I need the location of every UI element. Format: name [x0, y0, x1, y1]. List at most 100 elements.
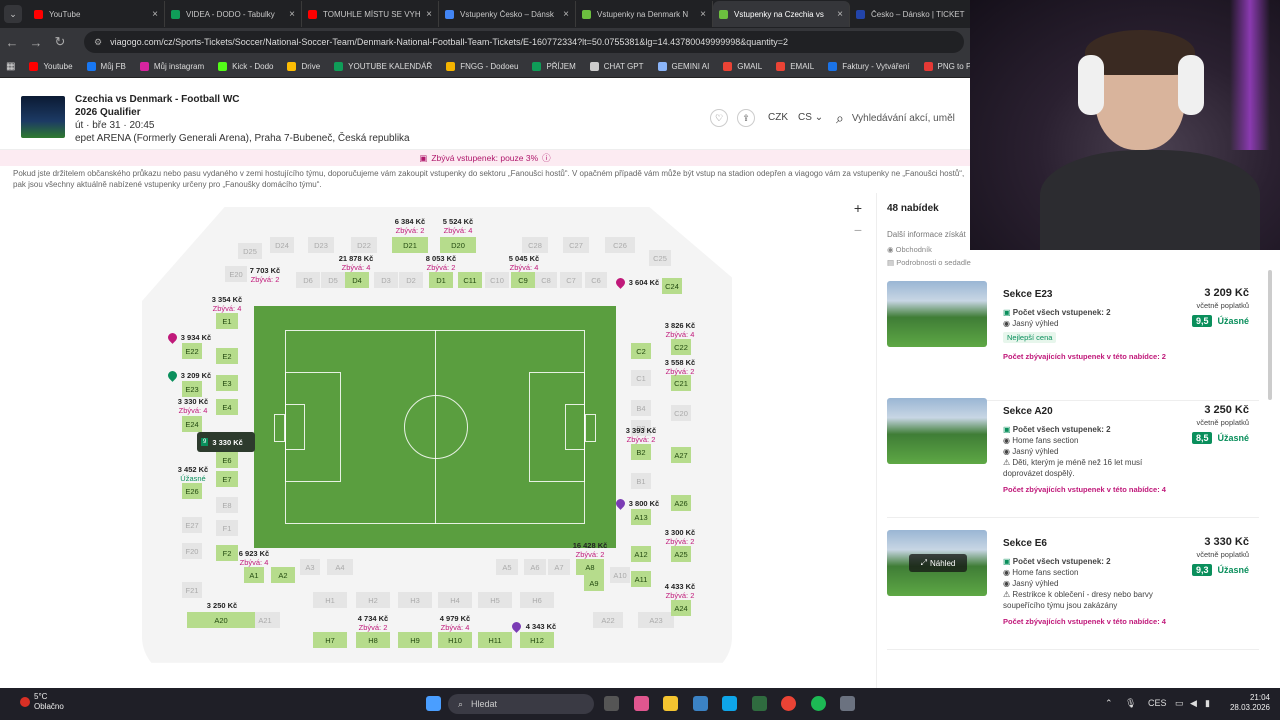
windows-start-icon[interactable] — [426, 696, 441, 711]
tab-search-button[interactable]: ⌄ — [4, 5, 22, 23]
map-section[interactable]: E24 — [182, 416, 202, 432]
map-section[interactable]: A9 — [584, 575, 604, 591]
language-selector[interactable]: CS ⌄ — [798, 112, 823, 123]
price-label[interactable]: 8 053 Kč Zbývá: 2 — [419, 254, 463, 272]
browser-tab[interactable]: Česko – Dánsko | TICKET× — [850, 1, 987, 27]
preview-button[interactable]: ⤢ Náhled — [909, 554, 967, 572]
map-section[interactable]: A24 — [671, 600, 691, 616]
map-section[interactable]: A1 — [244, 567, 264, 583]
offer-card[interactable]: ⤢ Náhled Sekce E6 ▣ Počet všech vstupenek: … — [887, 530, 1259, 650]
map-section[interactable]: C25 — [649, 250, 671, 266]
browser-tab[interactable]: Vstupenky Česko – Dánsk × — [439, 1, 576, 27]
spotify-icon[interactable] — [811, 696, 826, 711]
price-label[interactable]: 4 343 Kč — [519, 622, 563, 631]
price-label[interactable]: 3 300 Kč Zbývá: 2 — [658, 528, 702, 546]
map-section[interactable]: B2 — [631, 444, 651, 460]
map-section[interactable]: A5 — [496, 559, 518, 575]
edge-icon[interactable] — [722, 696, 737, 711]
info-icon[interactable]: ⓘ — [542, 152, 551, 164]
microphone-icon[interactable]: 🎙 — [1125, 698, 1136, 709]
price-label[interactable]: 6 384 Kč Zbývá: 2 — [388, 217, 432, 235]
price-label[interactable]: 3 209 Kč — [174, 371, 218, 380]
map-section[interactable]: D20 — [440, 237, 476, 253]
map-section[interactable]: A3 — [300, 559, 320, 575]
clock[interactable]: 21:04 28.03.2026 — [1230, 693, 1270, 713]
bookmark-item[interactable]: Faktury - Vytváření — [828, 62, 910, 71]
copilot-icon[interactable] — [634, 696, 649, 711]
map-section[interactable]: H9 — [398, 632, 432, 648]
map-section[interactable]: A12 — [631, 546, 651, 562]
bookmark-item[interactable]: Youtube — [29, 62, 73, 71]
browser-tab[interactable]: YouTube × — [28, 1, 165, 27]
map-section[interactable]: C27 — [563, 237, 589, 253]
map-section[interactable]: C26 — [605, 237, 635, 253]
event-search[interactable]: ⌕ Vyhledávání akcí, uměl — [836, 106, 976, 130]
map-section[interactable]: C22 — [671, 339, 691, 355]
browser-tab[interactable]: VIDEA - DODO - Tabulky × — [165, 1, 302, 27]
price-label[interactable]: 3 934 Kč — [174, 333, 218, 342]
map-section[interactable]: D25 — [238, 243, 262, 259]
map-section[interactable]: A13 — [631, 509, 651, 525]
map-section[interactable]: D22 — [351, 237, 377, 253]
map-section[interactable]: A11 — [631, 571, 651, 587]
tray-chevron-icon[interactable]: ⌃ — [1105, 698, 1113, 709]
chrome-icon[interactable] — [781, 696, 796, 711]
map-section[interactable]: A25 — [671, 546, 691, 562]
price-label[interactable]: 4 433 Kč Zbývá: 2 — [658, 582, 702, 600]
price-label[interactable]: 4 979 Kč Zbývá: 4 — [433, 614, 477, 632]
map-section[interactable]: E4 — [216, 399, 238, 415]
map-section[interactable]: D23 — [308, 237, 334, 253]
bookmark-item[interactable]: CHAT GPT — [589, 62, 644, 71]
bookmark-item[interactable]: PŘÍJEM — [532, 62, 576, 71]
map-section[interactable]: A23 — [638, 612, 674, 628]
map-section[interactable]: C1 — [631, 370, 651, 386]
close-icon[interactable]: × — [837, 9, 843, 20]
close-icon[interactable]: × — [152, 9, 158, 20]
map-section[interactable]: A4 — [327, 559, 353, 575]
price-label[interactable]: 3 604 Kč — [622, 278, 666, 287]
section-view-image[interactable] — [887, 398, 987, 464]
url-field[interactable]: ⚙ viagogo.com/cz/Sports-Tickets/Soccer/Na… — [84, 31, 964, 53]
price-label[interactable]: 3 393 Kč Zbývá: 2 — [619, 426, 663, 444]
share-icon[interactable]: ⇪ — [737, 109, 755, 127]
map-section[interactable]: H3 — [398, 592, 432, 608]
browser-tab[interactable]: Vstupenky na Czechia vs × — [713, 1, 850, 27]
zoom-in-button[interactable]: + — [848, 198, 868, 218]
offer-card[interactable]: Sekce A20 ▣ Počet všech vstupenek: 2 ◉ Hom… — [887, 398, 1259, 518]
map-section[interactable]: C7 — [560, 272, 582, 288]
map-section[interactable]: H8 — [356, 632, 390, 648]
calculator-icon[interactable] — [840, 696, 855, 711]
price-label[interactable]: 7 703 Kč Zbývá: 2 — [243, 266, 287, 284]
map-section[interactable]: H7 — [313, 632, 347, 648]
price-label[interactable]: 3 354 Kč Zbývá: 4 — [205, 295, 249, 313]
map-section[interactable]: D1 — [429, 272, 453, 288]
price-label[interactable]: 5 524 Kč Zbývá: 4 — [436, 217, 480, 235]
price-label[interactable]: 4 734 Kč Zbývá: 2 — [351, 614, 395, 632]
map-section[interactable]: F1 — [216, 520, 238, 536]
map-section[interactable]: D21 — [392, 237, 428, 253]
map-section[interactable]: C21 — [671, 375, 691, 391]
map-section[interactable]: D6 — [296, 272, 320, 288]
bookmark-item[interactable]: Kick - Dodo — [218, 62, 273, 71]
task-view-icon[interactable] — [604, 696, 619, 711]
map-section[interactable]: E1 — [216, 313, 238, 329]
bookmark-item[interactable]: Můj FB — [86, 62, 126, 71]
map-section[interactable]: C10 — [485, 272, 509, 288]
map-section[interactable]: E26 — [182, 483, 202, 499]
map-section[interactable]: H11 — [478, 632, 512, 648]
site-info-icon[interactable]: ⚙ — [94, 37, 102, 48]
section-view-image[interactable] — [887, 281, 987, 347]
bookmark-item[interactable]: FNGG - Dodoeu — [446, 62, 518, 71]
bookmark-item[interactable]: Drive — [287, 62, 320, 71]
terminal-icon[interactable] — [752, 696, 767, 711]
map-section[interactable]: B1 — [631, 473, 651, 489]
weather-widget[interactable]: 5°C Oblačno — [20, 692, 64, 712]
map-section[interactable]: H4 — [438, 592, 472, 608]
bookmark-item[interactable]: EMAIL — [776, 62, 814, 71]
price-label[interactable]: 3 558 Kč Zbývá: 2 — [658, 358, 702, 376]
taskbar-search[interactable]: ⌕ Hledat — [448, 694, 594, 714]
map-section[interactable]: D2 — [399, 272, 423, 288]
map-section[interactable]: E2 — [216, 348, 238, 364]
map-section[interactable]: A22 — [593, 612, 623, 628]
bookmark-item[interactable]: GMAIL — [723, 62, 762, 71]
